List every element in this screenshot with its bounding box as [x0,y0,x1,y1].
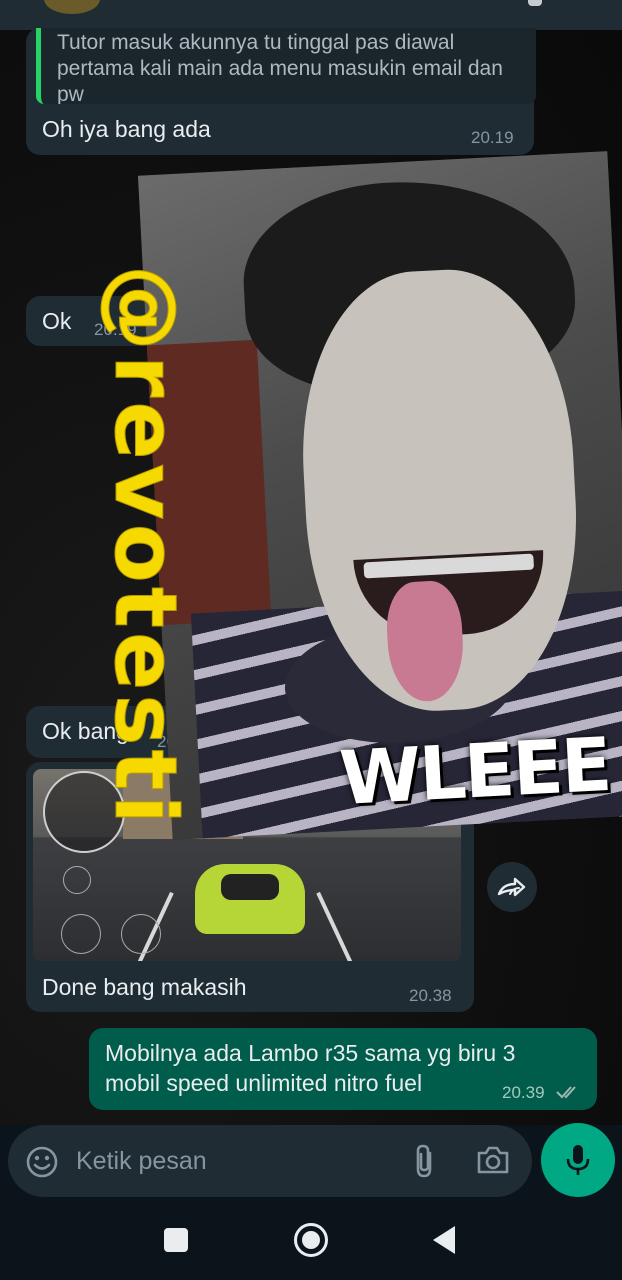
attach-icon[interactable] [410,1143,440,1179]
message-time: 20.38 [409,986,452,1005]
forward-button[interactable] [487,862,537,912]
back-button[interactable] [433,1226,455,1254]
avatar[interactable] [44,0,100,14]
quoted-message-text: Tutor masuk akunnya tu tinggal pas diawa… [57,31,503,104]
game-control [121,914,161,954]
game-control [63,866,91,894]
game-control [61,914,101,954]
camera-icon[interactable] [475,1144,511,1176]
home-icon [302,1231,320,1249]
quoted-message[interactable]: Tutor masuk akunnya tu tinggal pas diawa… [36,28,536,104]
message-input-bar[interactable]: Ketik pesan [8,1125,532,1197]
voice-message-button[interactable] [541,1123,615,1197]
sticker-caption: WLEEE [337,721,613,822]
watermark-text: @revotesti [95,265,196,829]
message-input[interactable]: Ketik pesan [76,1147,207,1176]
chat-background: Tutor masuk akunnya tu tinggal pas diawa… [0,0,622,1125]
recent-apps-button[interactable] [164,1228,188,1252]
message-bubble-incoming[interactable]: Tutor masuk akunnya tu tinggal pas diawa… [26,28,536,155]
parking-line [316,891,354,961]
home-button[interactable] [294,1223,328,1257]
chat-header-partial [0,0,622,30]
message-text: Ok [42,308,72,334]
image-caption: Done bang makasih [42,974,247,1000]
emoji-icon[interactable] [25,1145,59,1179]
chevron-icon[interactable] [528,0,542,6]
car-window [221,874,279,900]
message-bubble-outgoing[interactable]: Mobilnya ada Lambo r35 sama yg biru 3 mo… [89,1028,597,1110]
read-receipt-icon [556,1086,576,1099]
forward-icon [497,877,526,897]
message-time: 20.19 [471,128,514,147]
mic-icon [566,1145,590,1175]
message-text: Oh iya bang ada [42,116,211,142]
sticker-image[interactable]: WLEEE [137,151,622,840]
message-time: 20.39 [502,1083,545,1102]
